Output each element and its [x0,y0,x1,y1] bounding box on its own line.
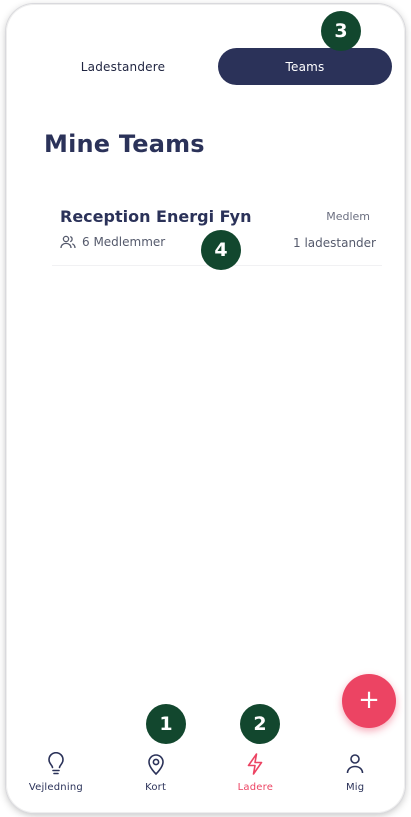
nav-label-chargers: Ladere [237,782,274,793]
user-icon [346,754,364,774]
nav-item-map[interactable]: Kort [116,752,196,804]
team-name: Reception Energi Fyn [60,207,252,226]
lightbulb-icon [48,752,64,775]
lightning-icon [248,753,263,775]
nav-label-guide: Vejledning [28,782,83,793]
nav-item-guide[interactable]: Vejledning [16,752,96,804]
nav-item-profile[interactable]: Mig [315,752,395,804]
team-members: 6 Medlemmer [60,235,165,249]
annotation-badge-1: 1 [146,704,186,744]
plus-icon: + [358,685,380,715]
tab-chargers[interactable]: Ladestandere [28,48,218,85]
view-switcher: Ladestandere Teams [28,47,392,86]
page-title: Mine Teams [44,130,205,158]
users-icon [60,235,76,249]
team-members-count: 6 Medlemmer [82,235,166,249]
nav-label-profile: Mig [345,782,365,793]
tab-teams[interactable]: Teams [218,48,392,85]
map-pin-icon [147,754,164,776]
team-role: Medlem [326,210,370,223]
bottom-navigation: Vejledning Kort Ladere Mig [6,752,405,804]
phone-screen: Ladestandere Teams Mine Teams Reception … [6,4,405,813]
annotation-badge-3: 3 [321,11,361,51]
annotation-badge-2: 2 [240,704,280,744]
team-chargers-count: 1 ladestander [293,236,376,250]
add-team-button[interactable]: + [342,674,396,728]
annotation-badge-4: 4 [201,230,241,270]
nav-item-chargers[interactable]: Ladere [215,752,295,804]
nav-label-map: Kort [145,782,167,793]
